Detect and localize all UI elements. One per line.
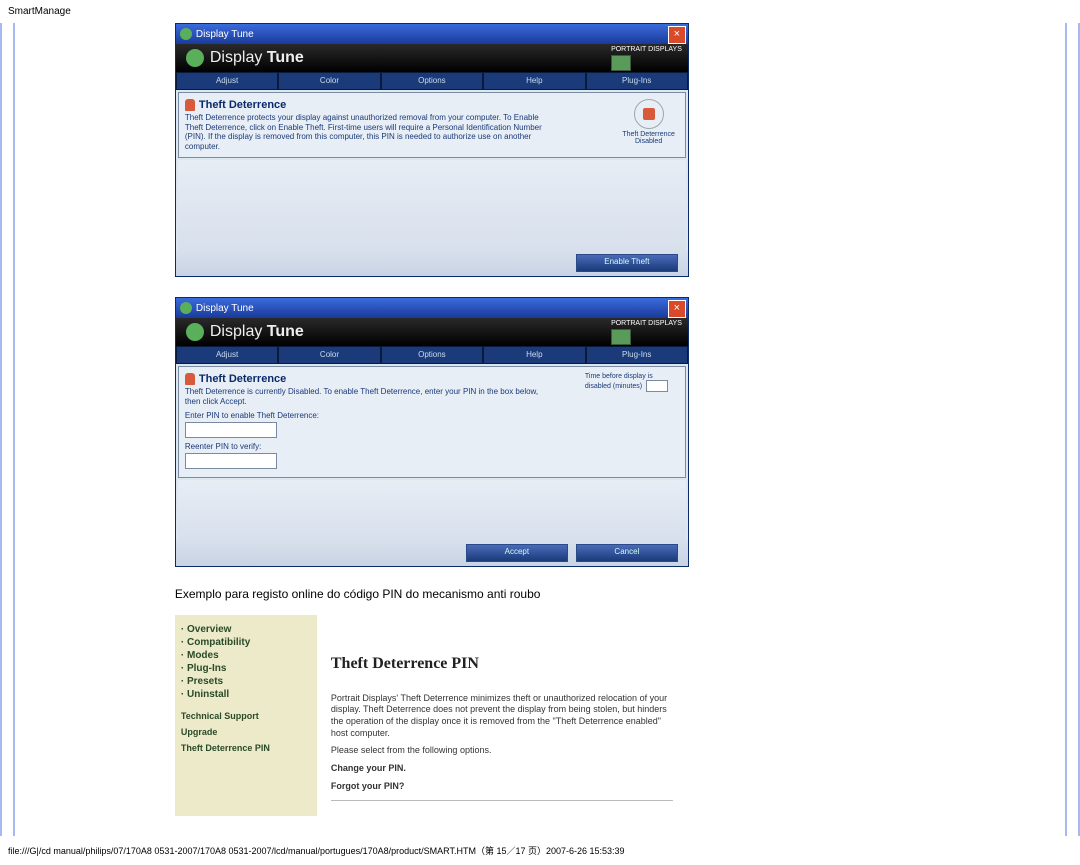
pin-input1[interactable] [185, 422, 277, 438]
accept-button[interactable]: Accept [466, 544, 568, 562]
tab-adjust[interactable]: Adjust [176, 346, 278, 364]
status-lock-icon [634, 99, 664, 129]
window-theft-enable-pin: Display Tune × Display Tune PORTRAIT DIS… [175, 297, 689, 566]
brand-part1: Display [210, 323, 267, 340]
section-description: Theft Deterrence protects your display a… [185, 113, 545, 151]
page-header: SmartManage [0, 0, 1080, 23]
window-title: Display Tune [196, 303, 254, 314]
brand-text: Display Tune [210, 323, 304, 341]
web-para2: Please select from the following options… [331, 745, 673, 757]
status-badge: Theft Deterrence Disabled [622, 99, 675, 145]
brand-right: PORTRAIT DISPLAYS [611, 46, 682, 71]
brand-badge-icon [611, 55, 631, 71]
brand-icon [186, 323, 204, 341]
time-input[interactable] [646, 380, 668, 392]
nav-theft-pin[interactable]: Theft Deterrence PIN [181, 743, 311, 753]
section-description: Theft Deterrence is currently Disabled. … [185, 387, 545, 406]
nav-plugins[interactable]: Plug-Ins [181, 662, 311, 675]
nav-overview[interactable]: Overview [181, 623, 311, 636]
enable-theft-button[interactable]: Enable Theft [576, 254, 678, 272]
content-pane: Theft Deterrence Theft Deterrence protec… [178, 92, 686, 158]
tab-help[interactable]: Help [483, 72, 585, 90]
tab-help[interactable]: Help [483, 346, 585, 364]
brand-bar: Display Tune PORTRAIT DISPLAYS [176, 318, 688, 346]
web-main: Theft Deterrence PIN Portrait Displays' … [317, 615, 687, 816]
window-theft-disabled: Display Tune × Display Tune PORTRAIT DIS… [175, 23, 689, 277]
web-para1: Portrait Displays' Theft Deterrence mini… [331, 693, 673, 740]
status-line2: Disabled [622, 138, 675, 145]
brand-right: PORTRAIT DISPLAYS [611, 320, 682, 345]
tab-color[interactable]: Color [278, 72, 380, 90]
close-button[interactable]: × [668, 300, 686, 318]
footer-path: file:///G|/cd manual/philips/07/170A8 05… [0, 836, 1080, 865]
nav-modes[interactable]: Modes [181, 649, 311, 662]
web-divider [331, 800, 673, 801]
web-nav-list: Overview Compatibility Modes Plug-Ins Pr… [181, 623, 311, 701]
nav-uninstall[interactable]: Uninstall [181, 688, 311, 701]
section-title: Theft Deterrence [199, 99, 286, 111]
pin-label1: Enter PIN to enable Theft Deterrence: [185, 411, 679, 420]
content-gap [178, 160, 686, 250]
brand-right-label: PORTRAIT DISPLAYS [611, 46, 682, 53]
tab-options[interactable]: Options [381, 72, 483, 90]
brand-part2: Tune [267, 49, 304, 66]
status-line1: Theft Deterrence [622, 131, 675, 138]
brand-text: Display Tune [210, 49, 304, 67]
brand-right-label: PORTRAIT DISPLAYS [611, 320, 682, 327]
tab-adjust[interactable]: Adjust [176, 72, 278, 90]
nav-compatibility[interactable]: Compatibility [181, 636, 311, 649]
button-row: Accept Cancel [176, 540, 688, 566]
time-note-label: Time before display is disabled (minutes… [585, 373, 653, 390]
brand-part2: Tune [267, 323, 304, 340]
close-button[interactable]: × [668, 26, 686, 44]
cancel-button[interactable]: Cancel [576, 544, 678, 562]
pin-input2[interactable] [185, 453, 277, 469]
left-rule [0, 23, 15, 836]
right-rule [1065, 23, 1080, 836]
time-note: Time before display is disabled (minutes… [585, 373, 675, 392]
lock-icon [185, 99, 195, 111]
web-body: Portrait Displays' Theft Deterrence mini… [331, 693, 673, 802]
tab-plugins[interactable]: Plug-Ins [586, 346, 688, 364]
brand-part1: Display [210, 49, 267, 66]
section-head: Theft Deterrence [185, 99, 679, 111]
content-column: Display Tune × Display Tune PORTRAIT DIS… [15, 23, 1065, 836]
brand-bar: Display Tune PORTRAIT DISPLAYS [176, 44, 688, 72]
nav-upgrade[interactable]: Upgrade [181, 727, 311, 737]
content-gap [178, 480, 686, 540]
caption-text: Exemplo para registo online do código PI… [175, 587, 1045, 601]
lock-icon [185, 373, 195, 385]
brand-icon [186, 49, 204, 67]
window-title: Display Tune [196, 29, 254, 40]
app-icon [180, 28, 192, 40]
content-pane: Theft Deterrence Theft Deterrence is cur… [178, 366, 686, 477]
nav-tech-support[interactable]: Technical Support [181, 711, 311, 721]
web-heading: Theft Deterrence PIN [331, 655, 673, 673]
web-link-forgot-pin[interactable]: Forgot your PIN? [331, 781, 673, 793]
tab-options[interactable]: Options [381, 346, 483, 364]
web-sidebar: Overview Compatibility Modes Plug-Ins Pr… [175, 615, 317, 816]
nav-presets[interactable]: Presets [181, 675, 311, 688]
brand-badge-icon [611, 329, 631, 345]
tab-bar: Adjust Color Options Help Plug-Ins [176, 346, 688, 364]
webpage-mock: Overview Compatibility Modes Plug-Ins Pr… [175, 615, 687, 816]
web-link-change-pin[interactable]: Change your PIN. [331, 763, 673, 775]
tab-bar: Adjust Color Options Help Plug-Ins [176, 72, 688, 90]
titlebar: Display Tune × [176, 24, 688, 44]
app-icon [180, 302, 192, 314]
titlebar: Display Tune × [176, 298, 688, 318]
page-frame: Display Tune × Display Tune PORTRAIT DIS… [0, 23, 1080, 836]
pin-label2: Reenter PIN to verify: [185, 442, 679, 451]
tab-color[interactable]: Color [278, 346, 380, 364]
tab-plugins[interactable]: Plug-Ins [586, 72, 688, 90]
button-row: Enable Theft [176, 250, 688, 276]
section-title: Theft Deterrence [199, 373, 286, 385]
